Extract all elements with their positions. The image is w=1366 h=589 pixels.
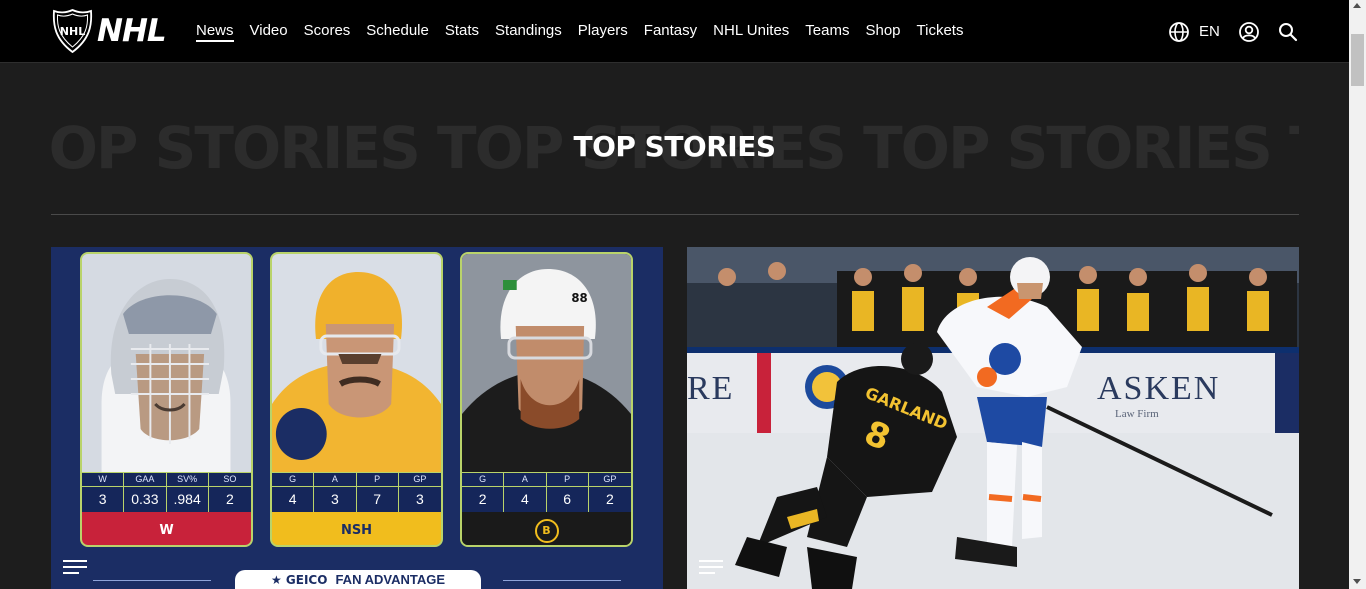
nav-fantasy[interactable]: Fantasy [644,22,697,41]
player-panel-goalie: W GAA SV% SO 3 0.33 .984 2 W [80,252,253,547]
stat-value: 4 [272,486,315,512]
stat-value: 6 [546,486,589,512]
bruins-logo-icon: B [534,518,559,543]
nav-video[interactable]: Video [250,22,288,41]
svg-text:NHL: NHL [60,25,85,38]
scroll-down-arrow-icon[interactable] [1353,579,1361,584]
ad-board-subtext: Law Firm [1115,408,1159,420]
stat-value: 2 [462,486,505,512]
language-selector[interactable]: EN [1168,21,1220,43]
globe-icon [1169,21,1189,42]
nav-stats[interactable]: Stats [445,22,479,41]
goalie-stat-table: W GAA SV% SO 3 0.33 .984 2 [82,472,251,512]
main-nav: News Video Scores Schedule Stats Standin… [196,0,963,63]
stat-label: SV% [166,472,209,486]
nav-standings[interactable]: Standings [495,22,562,41]
ad-board-left: RE [687,370,734,407]
skater-stat-table: G A P GP 2 4 6 2 [462,472,631,512]
search-button[interactable] [1278,22,1298,42]
section-title: TOP STORIES [573,130,776,163]
nav-players[interactable]: Players [578,22,628,41]
stat-label: W [82,472,125,486]
scroll-thumb[interactable] [1351,34,1364,86]
stat-label: G [462,472,505,486]
account-button[interactable] [1238,21,1260,43]
nhl-logo[interactable]: NHL NHL [52,9,167,53]
stat-value: 7 [356,486,399,512]
svg-text:88: 88 [571,291,587,305]
decorative-line [503,580,621,581]
nav-schedule[interactable]: Schedule [366,22,429,41]
nav-tickets[interactable]: Tickets [917,22,964,41]
sponsor-brand: ★ GEICO [270,572,328,587]
capitals-logo-icon: W [159,523,174,538]
story-card-game-photo[interactable]: RE ASKEN Law Firm GARLAND 8 [687,247,1299,589]
stat-value: 4 [504,486,547,512]
stat-label: SO [208,472,251,486]
stat-label: G [272,472,315,486]
team-band-predators: NSH [272,512,441,545]
predators-logo-icon: NSH [340,523,373,538]
skater-stat-table: G A P GP 4 3 7 3 [272,472,441,512]
sponsor-banner: ★ GEICO FAN ADVANTAGE [235,570,481,589]
nhl-wordmark: NHL [97,12,167,49]
hamburger-menu-icon[interactable] [63,559,87,575]
stat-value: 0.33 [124,486,167,512]
user-circle-icon [1238,21,1259,42]
stat-value: 2 [208,486,251,512]
stat-label: GAA [124,472,167,486]
team-band-bruins: B [462,512,631,545]
nav-teams[interactable]: Teams [805,22,849,41]
top-navigation-bar: NHL NHL News Video Scores Schedule Stats… [0,0,1349,63]
nav-scores[interactable]: Scores [304,22,351,41]
stat-value: .984 [166,486,209,512]
nav-nhl-unites[interactable]: NHL Unites [713,22,789,41]
scroll-up-arrow-icon[interactable] [1353,3,1361,8]
stat-label: P [546,472,589,486]
ad-board-text: ASKEN [1097,370,1220,407]
team-band-capitals: W [82,512,251,545]
stat-label: A [314,472,357,486]
section-divider [51,214,1299,215]
stat-value: 3 [398,486,441,512]
stat-label: GP [398,472,441,486]
stat-value: 3 [82,486,125,512]
decorative-line [93,580,211,581]
stat-value: 3 [314,486,357,512]
game-action-photo: RE ASKEN Law Firm GARLAND 8 [687,247,1299,589]
skater-photo [272,254,441,472]
nav-news[interactable]: News [196,22,234,42]
sponsor-text: FAN ADVANTAGE [335,572,445,587]
nhl-shield-icon: NHL [52,9,93,53]
page-scrollbar[interactable] [1349,0,1366,589]
stat-label: GP [588,472,631,486]
nav-shop[interactable]: Shop [865,22,900,41]
player-panel-skater-1: G A P GP 4 3 7 3 NSH [270,252,443,547]
header-tools: EN [1168,0,1298,63]
search-icon [1278,22,1297,41]
goalie-photo [82,254,251,472]
hamburger-menu-icon[interactable] [699,559,723,575]
language-label: EN [1199,23,1220,40]
skater-photo: 88 [462,254,631,472]
player-panel-skater-2: 88 G A P GP 2 4 6 2 B [460,252,633,547]
stat-label: A [504,472,547,486]
stat-value: 2 [588,486,631,512]
stat-label: P [356,472,399,486]
story-card-stats-graphic[interactable]: W GAA SV% SO 3 0.33 .984 2 W G A P GP 4 … [51,247,663,589]
